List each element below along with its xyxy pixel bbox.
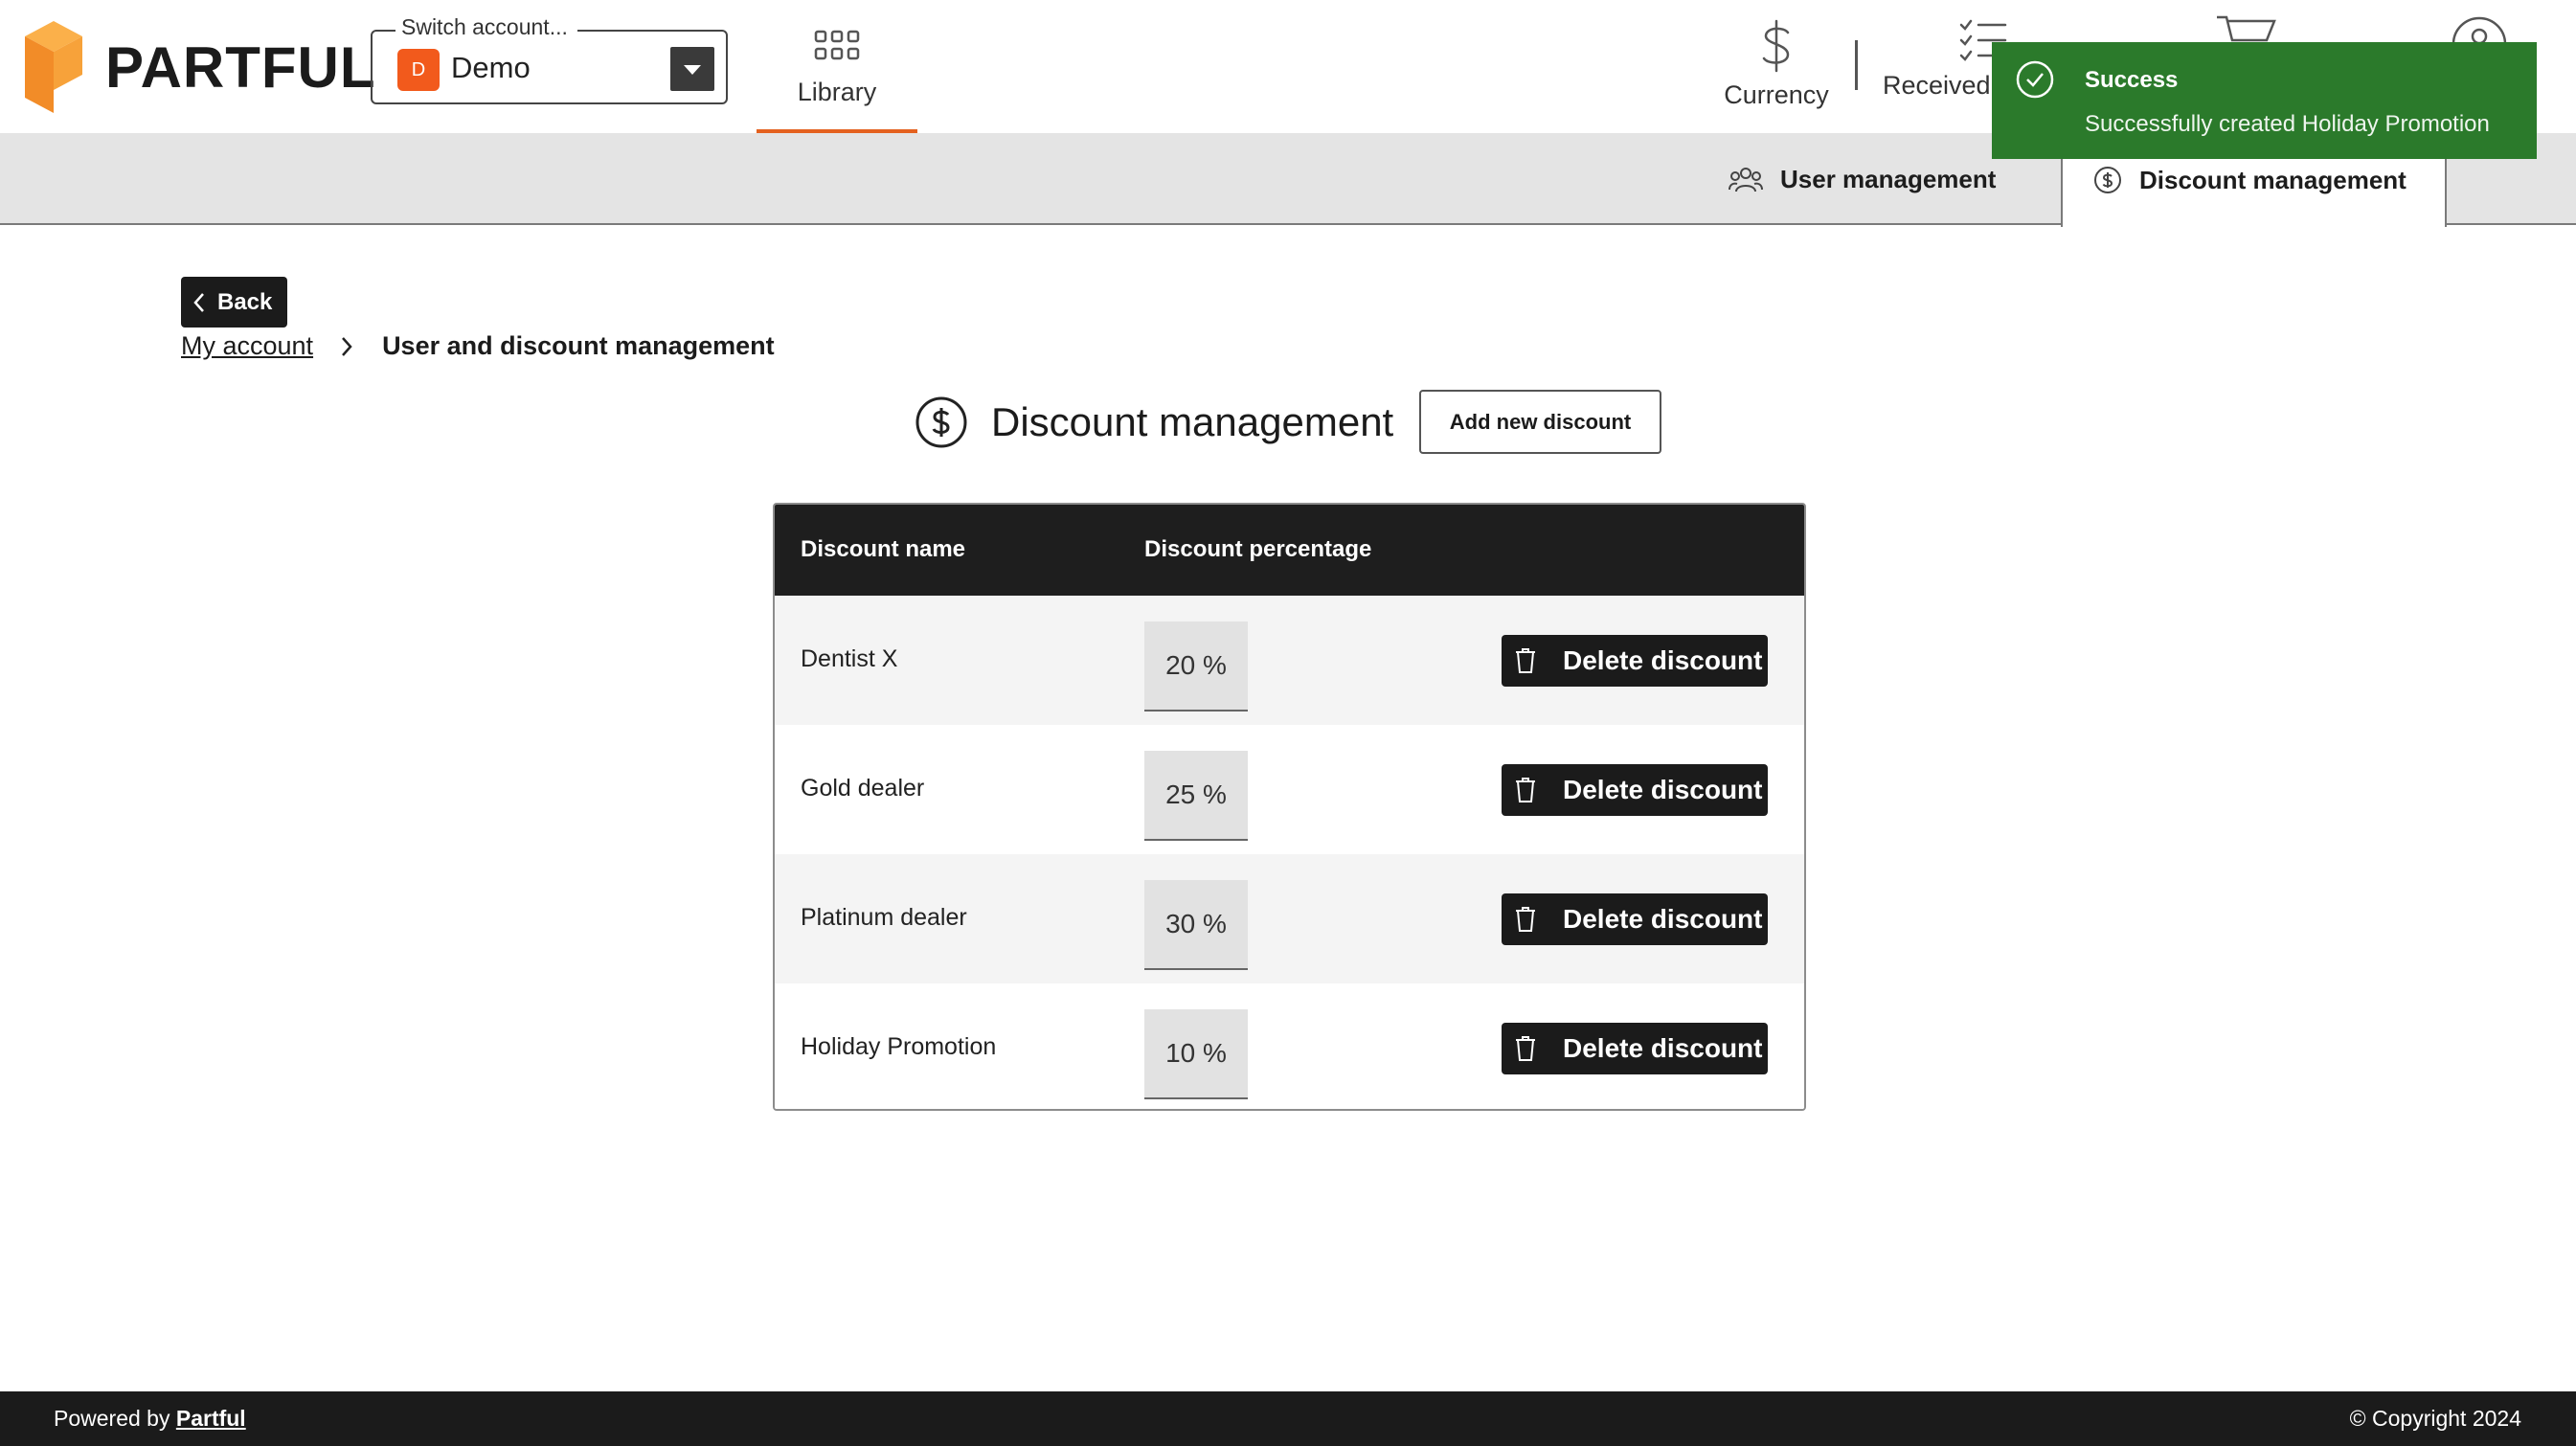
delete-discount-button[interactable]: Delete discount: [1502, 893, 1768, 945]
column-header-name: Discount name: [801, 536, 966, 562]
delete-discount-button[interactable]: Delete discount: [1502, 1023, 1768, 1074]
footer-powered-by: Powered by Partful: [54, 1406, 246, 1432]
nav-divider: [1855, 40, 1858, 90]
grid-icon: [814, 30, 860, 60]
back-button-label: Back: [217, 288, 273, 315]
account-avatar: D: [397, 49, 440, 91]
trash-icon: [1516, 648, 1535, 673]
discount-name: Holiday Promotion: [801, 1033, 997, 1060]
chevron-down-icon[interactable]: [670, 47, 714, 91]
success-toast[interactable]: Success Successfully created Holiday Pro…: [1992, 42, 2537, 159]
delete-discount-label: Delete discount: [1563, 645, 1763, 675]
delete-discount-button[interactable]: Delete discount: [1502, 764, 1768, 816]
partful-logo[interactable]: PARTFUL: [25, 21, 376, 113]
delete-discount-button[interactable]: Delete discount: [1502, 635, 1768, 687]
column-header-percentage: Discount percentage: [1144, 536, 1372, 562]
footer: Powered by Partful © Copyright 2024: [0, 1391, 2576, 1446]
nav-library-label: Library: [797, 78, 877, 106]
nav-currency-label: Currency: [1724, 80, 1829, 109]
user-circle-icon: [2452, 16, 2507, 44]
footer-powered-prefix: Powered by: [54, 1406, 170, 1431]
delete-discount-label: Delete discount: [1563, 904, 1763, 934]
chevron-left-icon: [193, 292, 204, 312]
breadcrumb-my-account[interactable]: My account: [181, 331, 313, 361]
discount-name: Gold dealer: [801, 775, 925, 802]
tab-discount-management-label: Discount management: [2139, 165, 2407, 194]
account-switcher[interactable]: Switch account... D Demo: [371, 14, 728, 104]
nav-received[interactable]: Received: [1883, 0, 2007, 133]
brand-name: PARTFUL: [105, 34, 376, 100]
nav-currency[interactable]: Currency: [1720, 0, 1833, 133]
table-row: Platinum dealer 30 % Delete discount: [775, 854, 1804, 983]
table-row: Holiday Promotion 10 % Delete discount: [775, 983, 1804, 1109]
table-body: Dentist X 20 % Delete discount Gold deal…: [775, 596, 1804, 1109]
tab-user-management[interactable]: User management: [1729, 133, 1996, 225]
dollar-circle-icon: [915, 396, 967, 448]
users-icon: [1729, 168, 1763, 192]
table-header: Discount name Discount percentage: [775, 505, 1804, 596]
discount-percentage-field[interactable]: 20 %: [1144, 621, 1248, 712]
tab-user-management-label: User management: [1780, 164, 1997, 193]
discount-name: Dentist X: [801, 645, 898, 672]
discount-table: Discount name Discount percentage Dentis…: [773, 503, 1806, 1111]
add-new-discount-button[interactable]: Add new discount: [1419, 390, 1661, 454]
trash-icon: [1516, 778, 1535, 802]
partful-logo-icon: [25, 21, 82, 113]
toast-message: Successfully created Holiday Promotion: [2085, 111, 2490, 137]
trash-icon: [1516, 1036, 1535, 1061]
table-row: Dentist X 20 % Delete discount: [775, 596, 1804, 725]
breadcrumb: My account User and discount management: [181, 331, 775, 361]
table-row: Gold dealer 25 % Delete discount: [775, 725, 1804, 854]
chevron-right-icon: [342, 336, 352, 356]
delete-discount-label: Delete discount: [1563, 1033, 1763, 1063]
toast-title: Success: [2085, 67, 2179, 93]
discount-percentage-field[interactable]: 25 %: [1144, 751, 1248, 841]
section-header: Discount management: [915, 389, 1393, 456]
back-button[interactable]: Back: [181, 277, 287, 328]
discount-percentage-field[interactable]: 30 %: [1144, 880, 1248, 970]
discount-percentage-field[interactable]: 10 %: [1144, 1009, 1248, 1099]
account-name: Demo: [451, 51, 531, 84]
delete-discount-label: Delete discount: [1563, 775, 1763, 804]
breadcrumb-current: User and discount management: [382, 331, 775, 360]
discount-name: Platinum dealer: [801, 904, 967, 931]
cart-icon: [2217, 15, 2276, 42]
nav-received-label: Received: [1883, 71, 1991, 100]
page-title: Discount management: [991, 399, 1394, 444]
trash-icon: [1516, 907, 1535, 932]
dollar-icon: [1762, 19, 1790, 73]
account-switcher-label: Switch account...: [395, 14, 577, 40]
check-circle-icon: [2016, 60, 2054, 99]
dollar-circle-icon: [2094, 167, 2121, 193]
footer-copyright: © Copyright 2024: [2349, 1406, 2521, 1431]
nav-library[interactable]: Library: [757, 0, 917, 133]
footer-partful-link[interactable]: Partful: [176, 1406, 246, 1431]
